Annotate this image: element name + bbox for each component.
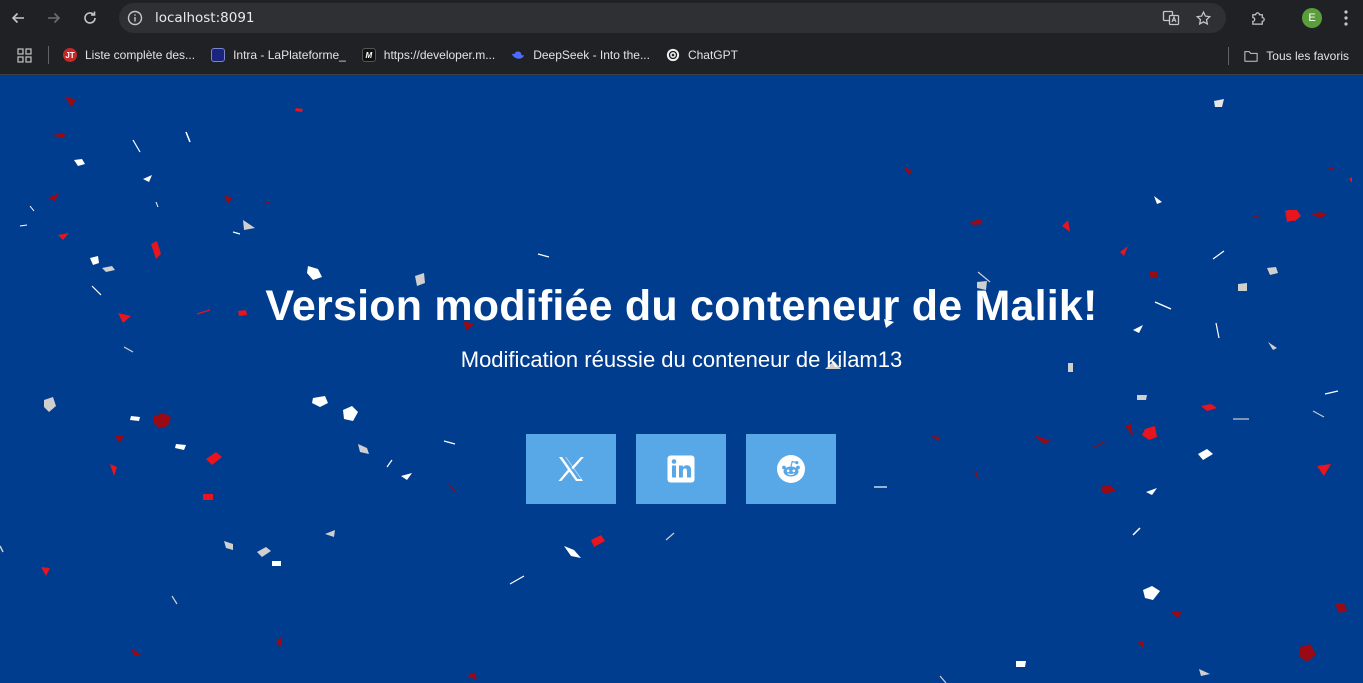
bookmark-item-developer[interactable]: M https://developer.m... [354, 41, 503, 69]
bookmark-item-intra[interactable]: Intra - LaPlateforme_ [203, 41, 354, 69]
back-button[interactable] [0, 0, 36, 36]
translate-button[interactable] [1160, 7, 1182, 29]
address-bar[interactable]: localhost:8091 [119, 3, 1226, 33]
bookmarks-bar: JT Liste complète des... Intra - LaPlate… [0, 36, 1363, 75]
bookmark-label: Liste complète des... [85, 48, 196, 62]
linkedin-logo-icon [667, 455, 695, 483]
bookmark-label: DeepSeek - Into the... [533, 48, 650, 62]
apps-grid-icon [16, 47, 32, 63]
page-subtitle: Modification réussie du conteneur de kil… [460, 347, 903, 372]
browser-toolbar: localhost:8091 E [0, 0, 1363, 36]
share-linkedin-button[interactable] [636, 434, 726, 504]
deepseek-favicon-icon [512, 51, 525, 59]
apps-button[interactable] [0, 36, 48, 75]
laplateforme-favicon-icon [211, 48, 226, 62]
profile-button[interactable]: E [1295, 0, 1329, 36]
mdn-favicon-icon: M [361, 48, 376, 62]
confetti-layer [0, 96, 1352, 683]
folder-icon [1244, 50, 1258, 62]
reload-button[interactable] [72, 0, 108, 36]
bookmark-label: Intra - LaPlateforme_ [233, 48, 346, 62]
bookmark-label: ChatGPT [687, 48, 738, 62]
chatgpt-favicon-icon [666, 48, 680, 62]
url-text[interactable]: localhost:8091 [155, 10, 255, 26]
share-buttons [526, 434, 836, 504]
all-bookmarks-label: Tous les favoris [1266, 48, 1349, 63]
kebab-menu-icon [1344, 10, 1348, 26]
translate-icon [1162, 10, 1180, 26]
bookmark-label: https://developer.m... [383, 48, 496, 62]
extensions-button[interactable] [1241, 0, 1275, 36]
arrow-left-icon [11, 12, 24, 24]
jt-favicon-icon: JT [63, 48, 77, 62]
bookmarks-divider [48, 46, 49, 64]
browser-menu-button[interactable] [1329, 0, 1363, 36]
bookmark-item-deepseek[interactable]: DeepSeek - Into the... [503, 41, 658, 69]
all-bookmarks-folder[interactable]: Tous les favoris [1236, 42, 1357, 70]
avatar: E [1302, 8, 1322, 28]
arrow-right-icon [48, 12, 61, 24]
bookmarks-right-divider [1228, 47, 1229, 65]
site-info-button[interactable] [120, 3, 150, 33]
star-icon [1195, 10, 1211, 25]
bookmark-star-button[interactable] [1192, 7, 1214, 29]
forward-button[interactable] [36, 0, 72, 36]
page-content: Version modifiée du conteneur de Malik! … [0, 76, 1363, 683]
puzzle-icon [1251, 11, 1265, 25]
x-logo-icon [558, 457, 584, 481]
share-x-button[interactable] [526, 434, 616, 504]
share-reddit-button[interactable] [746, 434, 836, 504]
confetti-pieces [0, 96, 1352, 683]
reddit-logo-icon [777, 455, 805, 483]
bookmark-item-chatgpt[interactable]: ChatGPT [658, 41, 746, 69]
site-info-icon [127, 10, 143, 26]
page-title: Version modifiée du conteneur de Malik! [265, 282, 1098, 330]
reload-icon [84, 11, 96, 24]
bookmark-item-liste[interactable]: JT Liste complète des... [55, 41, 203, 69]
